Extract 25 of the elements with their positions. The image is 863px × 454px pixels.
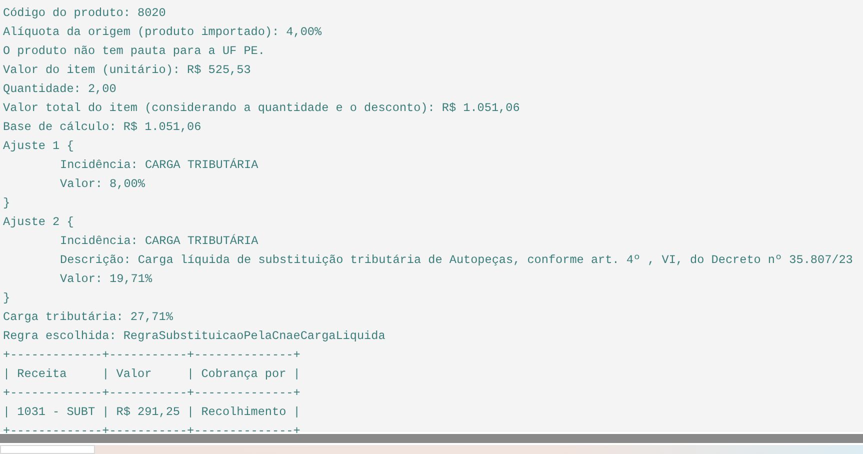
table-row-text: | 1031 - SUBT | R$ 291,25 | Recolhimento | (3, 404, 300, 421)
console-line: Incidência: CARGA TRIBUTÁRIA (60, 157, 258, 174)
console-line: Valor total do item (considerando a quantidade e o desconto): R$ 1.051,06 (3, 100, 520, 117)
table-row-text: | Receita | Valor | Cobrança por | (3, 366, 300, 383)
console-line: Valor: 8,00% (60, 176, 145, 193)
console-line: O produto não tem pauta para a UF PE. (3, 43, 265, 60)
closing-brace: } (3, 195, 10, 212)
console-line: Descrição: Carga líquida de substituição tributária de Autopeças, conforme art. 4º , VI, do Decreto nº 35.807/23 (60, 252, 853, 269)
console-line: Código do produto: 8020 (3, 5, 166, 22)
table-border: +-------------+-----------+--------------+ (3, 423, 300, 440)
console-line: Quantidade: 2,00 (3, 81, 116, 98)
block-header: Ajuste 2 { (3, 214, 74, 231)
table-border: +-------------+-----------+--------------+ (3, 347, 300, 364)
console-line: Base de cálculo: R$ 1.051,06 (3, 119, 202, 136)
console-line: Alíquota da origem (produto importado): 4,00% (3, 24, 322, 41)
table-border: +-------------+-----------+--------------+ (3, 385, 300, 402)
closing-brace: } (3, 290, 10, 307)
splitter-bar[interactable] (0, 434, 863, 443)
panel-tab[interactable] (0, 445, 95, 454)
console-line: Regra escolhida: RegraSubstituicaoPelaCnaeCargaLiquida (3, 328, 386, 345)
block-header: Ajuste 1 { (3, 138, 74, 155)
console-line: Valor: 19,71% (60, 271, 152, 288)
console-line: Valor do item (unitário): R$ 525,53 (3, 62, 251, 79)
console-line: Incidência: CARGA TRIBUTÁRIA (60, 233, 258, 250)
console-line: Carga tributária: 27,71% (3, 309, 173, 326)
